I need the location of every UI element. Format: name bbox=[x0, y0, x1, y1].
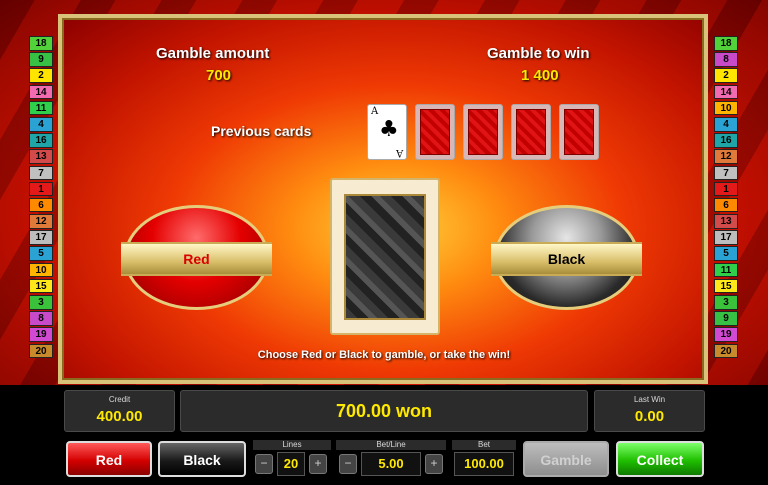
left-payline-2: 2 bbox=[29, 68, 53, 83]
right-payline-3: 3 bbox=[714, 295, 738, 310]
left-payline-14: 14 bbox=[29, 84, 53, 100]
left-payline-18: 18 bbox=[29, 36, 53, 51]
last-win-box: Last Win 0.00 bbox=[594, 390, 705, 432]
left-payline-6: 6 bbox=[29, 197, 53, 213]
left-payline-16: 16 bbox=[29, 133, 53, 148]
right-payline-14: 14 bbox=[714, 84, 738, 100]
left-payline-10: 10 bbox=[29, 262, 53, 278]
previous-card-ace-clubs: A ♣ A bbox=[367, 104, 407, 160]
left-payline-1: 1 bbox=[29, 181, 53, 197]
right-payline-10: 10 bbox=[714, 100, 738, 116]
previous-card-back bbox=[415, 104, 455, 160]
right-payline-1: 1 bbox=[714, 181, 738, 197]
red-choice-label: Red bbox=[121, 242, 272, 276]
right-payline-2: 2 bbox=[714, 68, 738, 83]
previous-card-back bbox=[559, 104, 599, 160]
left-payline-19: 19 bbox=[29, 327, 53, 342]
right-payline-19: 19 bbox=[714, 327, 738, 342]
left-payline-4: 4 bbox=[29, 116, 53, 132]
collect-button[interactable]: Collect bbox=[616, 441, 704, 477]
red-button[interactable]: Red bbox=[66, 441, 152, 477]
club-icon: ♣ bbox=[379, 117, 399, 142]
right-payline-5: 5 bbox=[714, 246, 738, 262]
card-rank: A bbox=[371, 106, 379, 117]
right-payline-11: 11 bbox=[714, 262, 738, 278]
left-payline-7: 7 bbox=[29, 165, 53, 181]
red-choice-button[interactable]: Red bbox=[121, 205, 272, 310]
bet-line-value: 5.00 bbox=[361, 452, 421, 476]
right-payline-column: 18 8 2 14 10 4 16 12 7 1 6 13 17 5 11 15 3 9 19 20 bbox=[714, 36, 738, 359]
current-card-face-down bbox=[330, 178, 440, 335]
lines-decrease-button[interactable]: − bbox=[255, 454, 273, 474]
left-payline-13: 13 bbox=[29, 149, 53, 164]
right-payline-12: 12 bbox=[714, 149, 738, 164]
lines-value: 20 bbox=[277, 452, 305, 476]
bet-line-increase-button[interactable]: + bbox=[425, 454, 443, 474]
gamble-button[interactable]: Gamble bbox=[523, 441, 609, 477]
right-payline-18: 18 bbox=[714, 36, 738, 51]
credit-label: Credit bbox=[108, 395, 131, 404]
right-payline-9: 9 bbox=[714, 311, 738, 326]
last-win-label: Last Win bbox=[633, 395, 666, 404]
right-payline-6: 6 bbox=[714, 197, 738, 213]
left-payline-column: 18 9 2 14 11 4 16 13 7 1 6 12 17 5 10 15 3 8 19 20 bbox=[29, 36, 53, 359]
lines-label: Lines bbox=[253, 440, 331, 450]
bet-value: 100.00 bbox=[454, 452, 514, 476]
right-payline-17: 17 bbox=[714, 230, 738, 245]
right-payline-16: 16 bbox=[714, 133, 738, 148]
lines-increase-button[interactable]: + bbox=[309, 454, 327, 474]
left-payline-3: 3 bbox=[29, 295, 53, 310]
previous-card-back bbox=[463, 104, 503, 160]
gamble-to-win-label: Gamble to win bbox=[487, 45, 590, 62]
previous-cards-label: Previous cards bbox=[211, 123, 312, 139]
credit-box: Credit 400.00 bbox=[64, 390, 175, 432]
credit-value: 400.00 bbox=[96, 408, 143, 425]
gamble-amount-value: 700 bbox=[206, 67, 232, 84]
right-payline-4: 4 bbox=[714, 116, 738, 132]
black-choice-button[interactable]: Black bbox=[491, 205, 642, 310]
previous-card-back bbox=[511, 104, 551, 160]
last-win-value: 0.00 bbox=[634, 408, 665, 425]
bet-label: Bet bbox=[452, 440, 516, 450]
bet-line-decrease-button[interactable]: − bbox=[339, 454, 357, 474]
black-choice-label: Black bbox=[491, 242, 642, 276]
gamble-amount-label: Gamble amount bbox=[156, 45, 270, 62]
gamble-to-win-value: 1 400 bbox=[521, 67, 559, 84]
card-back-pattern bbox=[344, 194, 426, 320]
right-payline-15: 15 bbox=[714, 278, 738, 294]
gamble-hint: Choose Red or Black to gamble, or take t… bbox=[257, 349, 511, 361]
left-payline-8: 8 bbox=[29, 311, 53, 326]
right-payline-8: 8 bbox=[714, 52, 738, 67]
right-payline-13: 13 bbox=[714, 214, 738, 229]
right-payline-7: 7 bbox=[714, 165, 738, 181]
bet-line-label: Bet/Line bbox=[336, 440, 446, 450]
card-rank: A bbox=[395, 147, 403, 158]
left-payline-11: 11 bbox=[29, 100, 53, 116]
black-button[interactable]: Black bbox=[158, 441, 246, 477]
left-payline-9: 9 bbox=[29, 52, 53, 67]
left-payline-15: 15 bbox=[29, 278, 53, 294]
won-message: 700.00 won bbox=[335, 401, 433, 421]
win-message-box: 700.00 won bbox=[180, 390, 588, 432]
left-payline-17: 17 bbox=[29, 230, 53, 245]
left-payline-12: 12 bbox=[29, 214, 53, 229]
left-payline-5: 5 bbox=[29, 246, 53, 262]
